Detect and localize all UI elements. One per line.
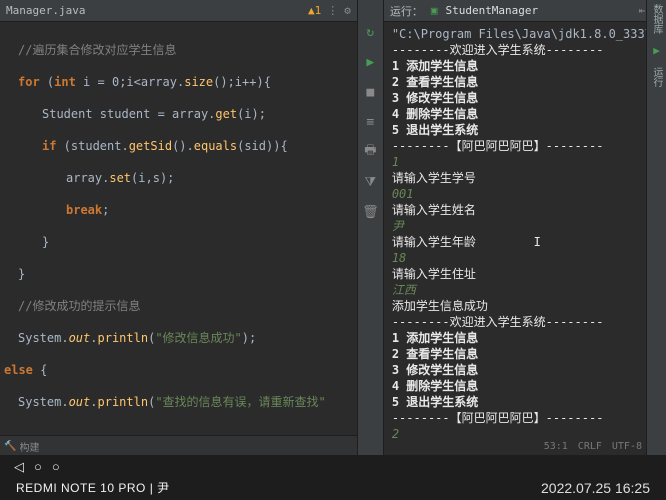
run-tab-name[interactable]: StudentManager: [445, 4, 538, 17]
code-area[interactable]: //遍历集合修改对应学生信息 for (int i = 0;i<array.si…: [0, 22, 357, 435]
run-console-pane: 运行： ▣ StudentManager ⇤ — "C:\Program Fil…: [384, 0, 666, 455]
nav-home-icon: ○: [34, 459, 42, 475]
right-tab-run[interactable]: 运行: [649, 67, 664, 87]
line-ending[interactable]: CRLF: [578, 441, 602, 452]
print-icon[interactable]: 🖶: [362, 144, 378, 160]
run-icon[interactable]: ▶: [362, 54, 378, 70]
trash-icon[interactable]: 🗑: [362, 204, 378, 220]
filter-icon[interactable]: ⧩: [362, 174, 378, 190]
run-toolbar: ↻ ▶ ■ ≡ 🖶 ⧩ 🗑: [358, 0, 384, 455]
phone-timestamp: 2022.07.25 16:25: [541, 480, 650, 496]
code-editor-pane: Manager.java ▲1 ⋮ ⚙ //遍历集合修改对应学生信息 for (…: [0, 0, 358, 455]
phone-watermark: REDMI NOTE 10 PRO | 尹: [16, 479, 170, 496]
status-bar: 53:1 CRLF UTF-8: [544, 438, 642, 454]
more-icon[interactable]: ⋮: [327, 4, 338, 17]
encoding[interactable]: UTF-8: [612, 441, 642, 452]
nav-back-icon: ◁: [14, 459, 24, 475]
gear-icon[interactable]: ⚙: [344, 4, 351, 17]
caret-position: 53:1: [544, 441, 568, 452]
phone-overlay: ◁ ○ ○ REDMI NOTE 10 PRO | 尹 2022.07.25 1…: [0, 455, 666, 500]
editor-tab[interactable]: Manager.java: [6, 4, 85, 17]
editor-tabbar: Manager.java ▲1 ⋮ ⚙: [0, 0, 357, 22]
warning-icon[interactable]: ▲1: [308, 4, 321, 17]
rerun-icon[interactable]: ↻: [362, 24, 378, 40]
layout-icon[interactable]: ≡: [362, 114, 378, 130]
stop-icon[interactable]: ■: [362, 84, 378, 100]
editor-bottom-strip: [0, 435, 357, 455]
build-badge[interactable]: 🔨构建: [4, 439, 39, 454]
run-label: 运行：: [390, 3, 423, 19]
right-gutter: 数据库 ▶ 运行: [646, 0, 666, 455]
right-tab-database[interactable]: 数据库: [649, 4, 664, 34]
play-small-icon: ▶: [653, 44, 660, 57]
run-header: 运行： ▣ StudentManager ⇤ —: [384, 0, 666, 22]
nav-recent-icon: ○: [52, 459, 60, 475]
collapse-icon[interactable]: ⇤: [639, 4, 646, 17]
phone-nav-icons: ◁ ○ ○: [14, 459, 60, 475]
text-cursor: I: [534, 235, 541, 249]
play-icon: ▣: [431, 4, 438, 17]
console-output[interactable]: "C:\Program Files\Java\jdk1.8.0_333\bin\…: [384, 22, 666, 455]
